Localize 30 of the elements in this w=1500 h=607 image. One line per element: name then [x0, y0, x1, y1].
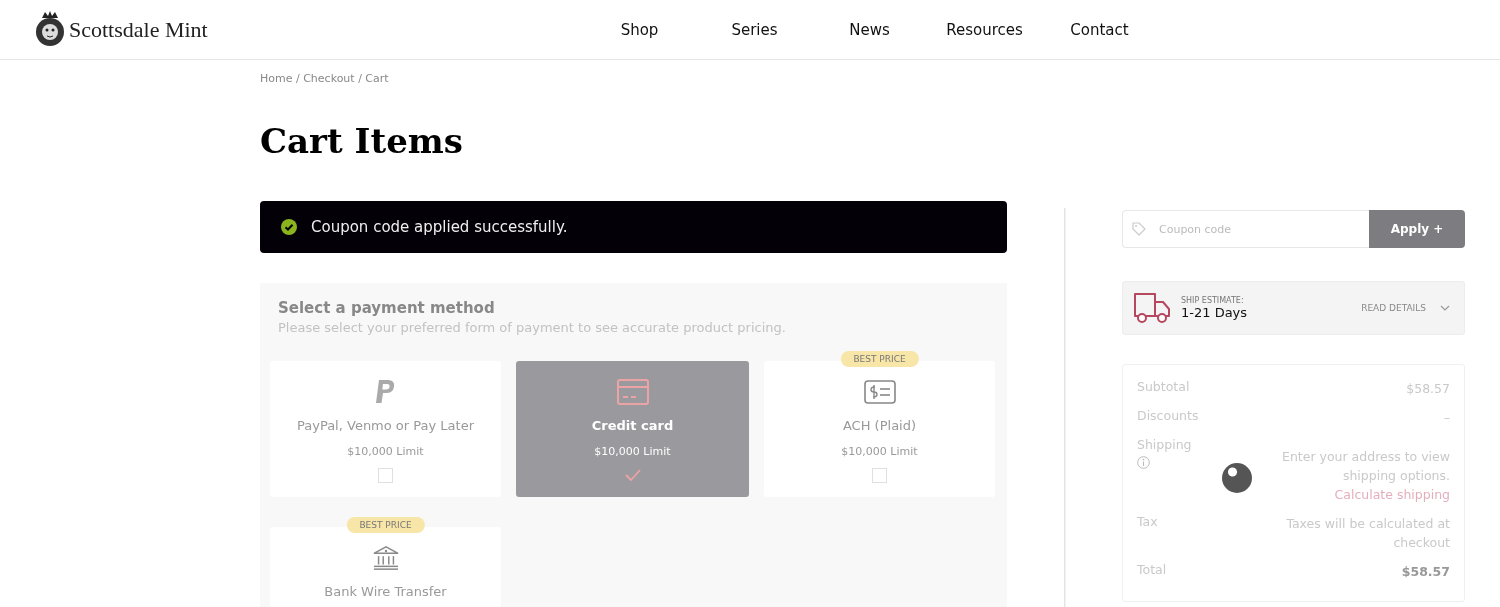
- ship-estimate-panel[interactable]: SHIP ESTIMATE: 1-21 Days READ DETAILS: [1122, 281, 1465, 335]
- nav-link[interactable]: Resources: [927, 16, 1042, 43]
- nav-link[interactable]: Contact: [1042, 16, 1157, 43]
- checkbox[interactable]: [872, 468, 887, 483]
- nav-link[interactable]: Shop: [582, 16, 697, 43]
- coupon-field[interactable]: Coupon code: [1122, 210, 1369, 248]
- breadcrumb: Home / Checkout / Cart: [260, 72, 390, 85]
- truck-icon: [1133, 292, 1171, 324]
- payment-heading: Select a payment method: [277, 299, 496, 317]
- checkbox[interactable]: [378, 468, 393, 483]
- check-circle-icon: [281, 219, 297, 235]
- checkmark-icon: [624, 469, 641, 481]
- check-dollar-icon: [863, 379, 896, 405]
- loading-ball-icon: [1222, 463, 1252, 493]
- ship-estimate-value: 1-21 Days: [1181, 305, 1249, 320]
- notice-text: Coupon code applied successfully.: [311, 218, 568, 236]
- nav-link[interactable]: Series: [697, 16, 812, 43]
- ship-estimate-label: SHIP ESTIMATE:: [1181, 296, 1245, 305]
- tag-icon: [1132, 222, 1146, 236]
- apply-button[interactable]: Apply +: [1369, 210, 1465, 248]
- info-icon: [1137, 456, 1150, 469]
- page-title: Cart Items: [260, 121, 464, 161]
- best-price-badge: BEST PRICE: [346, 517, 425, 533]
- summary-value: –: [1443, 409, 1450, 427]
- best-price-badge: BEST PRICE: [840, 351, 919, 367]
- nav-link[interactable]: News: [812, 16, 927, 43]
- credit-card-icon: [616, 379, 649, 405]
- logo-text[interactable]: Scottsdale Mint: [69, 16, 208, 43]
- summary-value: $58.57: [1401, 563, 1450, 581]
- paypal-icon: [374, 379, 397, 405]
